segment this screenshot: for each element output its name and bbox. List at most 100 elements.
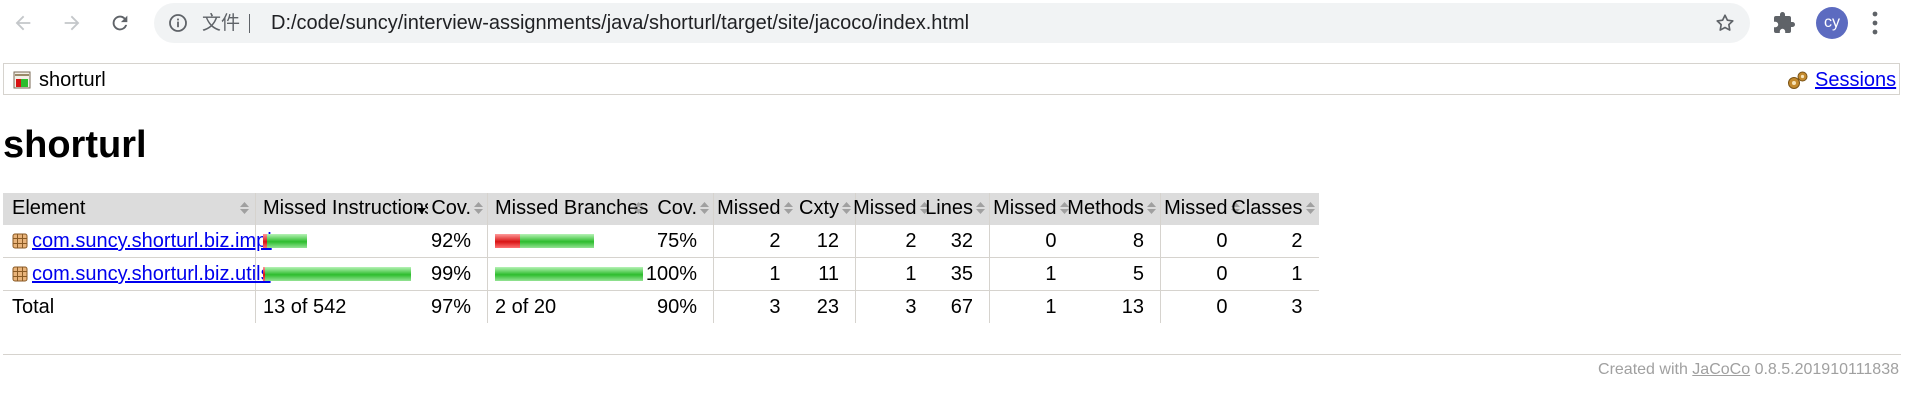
bar-covered (520, 234, 594, 248)
col-methods[interactable]: Methods (1067, 193, 1161, 225)
jacoco-link[interactable]: JaCoCo (1692, 361, 1750, 378)
instruction-cov-cell: 92% (427, 225, 488, 258)
bookmark-star-icon[interactable] (1714, 12, 1736, 34)
coverage-table: Element Missed Instructions Cov. Missed … (3, 193, 1319, 323)
footer-prefix: Created with (1598, 361, 1688, 378)
methods-cell: 5 (1072, 257, 1161, 291)
classes-cell: 1 (1243, 257, 1319, 291)
reload-icon[interactable] (103, 6, 137, 40)
instruction-cov-cell: 99% (427, 257, 488, 291)
report-icon (13, 71, 31, 89)
instruction-bar-cell (255, 225, 428, 258)
total-missed-cxty: 3 (713, 290, 797, 323)
package-link[interactable]: com.suncy.shorturl.biz.impl (32, 230, 272, 252)
classes-cell: 2 (1243, 225, 1319, 258)
missed-cxty-cell: 1 (713, 257, 797, 291)
total-classes: 3 (1291, 296, 1303, 318)
missed-methods-cell: 1 (989, 257, 1073, 291)
missed-lines-cell: 2 (855, 225, 933, 258)
package-icon (12, 266, 28, 282)
url-text[interactable]: D:/code/suncy/interview-assignments/java… (271, 11, 969, 35)
total-branch-cov: 90% (656, 296, 697, 318)
col-missed-methods[interactable]: Missed (989, 193, 1073, 225)
table-header-row: Element Missed Instructions Cov. Missed … (3, 193, 1319, 225)
sort-icon (474, 202, 483, 214)
sort-icon (783, 202, 793, 214)
element-cell: com.suncy.shorturl.biz.utils (3, 257, 271, 291)
extensions-puzzle-icon[interactable] (1772, 11, 1796, 35)
bar-covered (495, 267, 643, 281)
missed-classes-cell: 0 (1160, 257, 1244, 291)
missed-classes-cell: 0 (1160, 225, 1244, 258)
total-cxty: 23 (816, 296, 839, 318)
coverage-bar (263, 234, 307, 248)
sort-icon (1305, 202, 1315, 214)
sort-icon (634, 202, 643, 214)
coverage-bar (495, 267, 643, 281)
profile-avatar[interactable]: cy (1816, 7, 1848, 39)
total-methods: 13 (1121, 296, 1144, 318)
col-lines[interactable]: Lines (925, 193, 990, 225)
sort-icon (240, 202, 249, 214)
total-instruction-cov: 97% (430, 296, 471, 318)
col-element[interactable]: Element (3, 193, 256, 225)
total-label-cell: Total (12, 296, 55, 318)
total-missed-branches: 2 of 20 (487, 290, 654, 323)
footer: Created with JaCoCo 0.8.5.201910111838 (1598, 360, 1899, 380)
address-bar[interactable]: 文件 D:/code/suncy/interview-assignments/j… (154, 3, 1750, 43)
table-row: com.suncy.shorturl.biz.impl 92% 75% 2 12… (3, 225, 1319, 258)
package-icon (12, 233, 28, 249)
sort-icon (700, 202, 709, 214)
bar-covered (267, 234, 307, 248)
branch-bar-cell (487, 225, 654, 258)
total-missed-methods: 1 (989, 290, 1073, 323)
site-info-label[interactable]: 文件 (202, 12, 240, 34)
browser-toolbar: 文件 D:/code/suncy/interview-assignments/j… (0, 0, 1911, 46)
back-arrow-icon[interactable] (6, 6, 40, 40)
sort-icon (842, 202, 851, 214)
total-missed-instructions: 13 of 542 (255, 290, 428, 323)
sessions-gears-icon (1788, 71, 1808, 89)
col-cxty[interactable]: Cxty (796, 193, 856, 225)
total-missed-classes: 0 (1160, 290, 1244, 323)
breadcrumb-current: shorturl (39, 69, 106, 91)
sort-desc-icon (417, 208, 426, 214)
bar-missed (495, 234, 520, 248)
col-missed-cxty[interactable]: Missed (713, 193, 797, 225)
lines-cell: 35 (932, 257, 990, 291)
missed-methods-cell: 0 (989, 225, 1073, 258)
coverage-bar (495, 234, 594, 248)
address-divider (249, 14, 250, 33)
instruction-bar-cell (255, 257, 428, 291)
methods-cell: 8 (1072, 225, 1161, 258)
footer-version: 0.8.5.201910111838 (1754, 361, 1899, 378)
branch-bar-cell (487, 257, 654, 291)
cxty-cell: 11 (796, 257, 856, 291)
coverage-bar (263, 267, 411, 281)
col-classes[interactable]: Classes (1231, 193, 1319, 225)
breadcrumb: shorturl Sessions (3, 63, 1900, 95)
col-missed-lines[interactable]: Missed (853, 193, 933, 225)
missed-lines-cell: 1 (855, 257, 933, 291)
footer-divider (3, 354, 1901, 355)
element-cell: com.suncy.shorturl.biz.impl (3, 225, 272, 258)
branch-cov-cell: 100% (646, 257, 714, 291)
col-instruction-cov[interactable]: Cov. (427, 193, 488, 225)
package-link[interactable]: com.suncy.shorturl.biz.utils (32, 263, 271, 285)
bar-covered (265, 267, 411, 281)
col-missed-branches[interactable]: Missed Branches (487, 193, 654, 225)
cxty-cell: 12 (796, 225, 856, 258)
more-menu-icon[interactable] (1872, 10, 1878, 36)
branch-cov-cell: 75% (653, 225, 714, 258)
total-missed-lines: 3 (855, 290, 933, 323)
info-icon[interactable] (168, 13, 188, 33)
col-missed-instructions[interactable]: Missed Instructions (255, 193, 434, 225)
sessions-link[interactable]: Sessions (1815, 69, 1896, 91)
forward-arrow-icon[interactable] (55, 6, 89, 40)
sort-icon (1147, 202, 1156, 214)
page-title: shorturl (3, 124, 147, 166)
total-row: Total 13 of 542 97% 2 of 20 90% 3 23 3 6… (3, 290, 1319, 323)
table-row: com.suncy.shorturl.biz.utils 99% 100% 1 … (3, 257, 1319, 291)
missed-cxty-cell: 2 (713, 225, 797, 258)
col-branch-cov[interactable]: Cov. (653, 193, 714, 225)
